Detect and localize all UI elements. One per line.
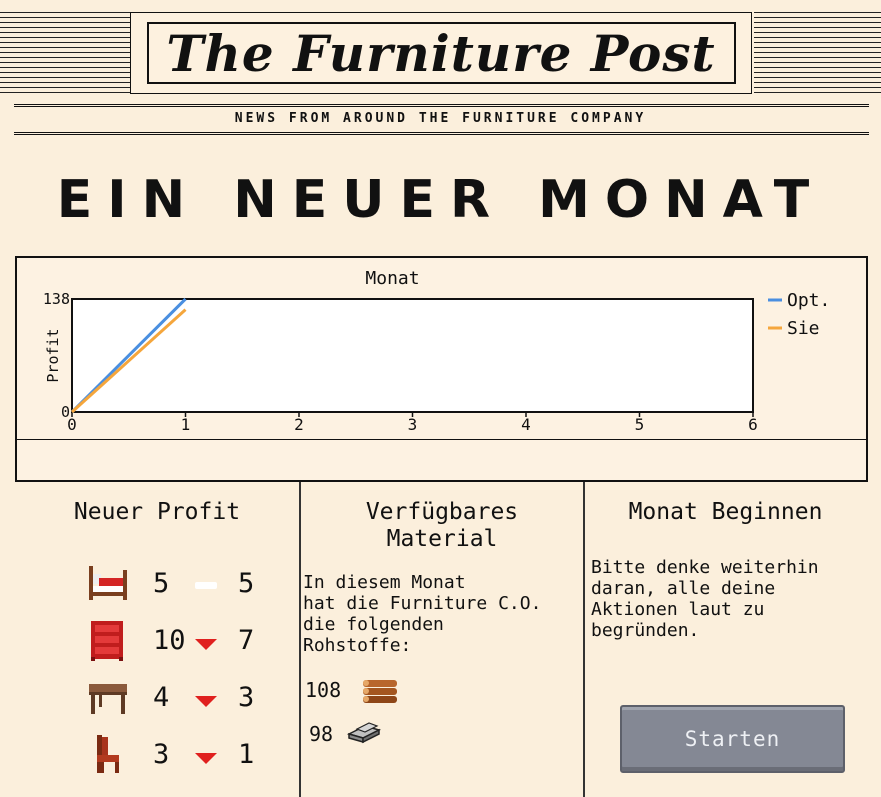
start-title: Monat Beginnen xyxy=(628,499,823,525)
headline: EIN NEUER MONAT xyxy=(56,170,825,230)
trend-down-icon xyxy=(195,696,217,707)
start-button[interactable]: Starten xyxy=(620,705,845,773)
wood-amount: 108 xyxy=(305,678,342,702)
newspaper-title: The Furniture Post xyxy=(166,23,716,83)
profit-new-table: 3 xyxy=(238,682,255,713)
material-column: Verfügbares Material In diesem Monat hat… xyxy=(301,482,583,797)
profit-column: Neuer Profit 5 5 10 7 4 3 3 1 xyxy=(15,482,299,797)
material-description: In diesem Monat hat die Furniture C.O. d… xyxy=(303,572,542,656)
shelf-icon xyxy=(91,621,123,661)
divider xyxy=(14,106,869,107)
profit-new-chair: 1 xyxy=(238,739,255,770)
table-icon xyxy=(89,684,127,714)
profit-row-chair: 3 1 xyxy=(15,731,299,781)
tagline: NEWS FROM AROUND THE FURNITURE COMPANY xyxy=(234,111,647,126)
wood-logs-icon xyxy=(363,680,397,703)
metal-amount: 98 xyxy=(309,722,334,746)
bed-icon xyxy=(89,566,127,600)
profit-old-shelf: 10 xyxy=(153,625,186,656)
trend-down-icon xyxy=(195,639,217,650)
profit-old-bed: 5 xyxy=(153,568,170,599)
material-title-line2: Material xyxy=(386,526,498,552)
material-wood-row: 108 xyxy=(305,678,341,702)
profit-title: Neuer Profit xyxy=(73,499,241,525)
masthead-stripes-left xyxy=(0,12,130,94)
profit-old-chair: 3 xyxy=(153,739,170,770)
chart-panel xyxy=(15,256,868,482)
start-reminder-text: Bitte denke weiterhin daran, alle deine … xyxy=(591,557,819,641)
profit-row-table: 4 3 xyxy=(15,674,299,724)
chair-icon xyxy=(97,735,119,773)
profit-row-bed: 5 5 xyxy=(15,560,299,610)
material-title-line1: Verfügbares xyxy=(365,499,519,525)
equal-icon xyxy=(195,582,217,589)
profit-new-bed: 5 xyxy=(238,568,255,599)
profit-old-table: 4 xyxy=(153,682,170,713)
chart-divider xyxy=(15,439,868,440)
trend-down-icon xyxy=(195,753,217,764)
divider xyxy=(14,132,869,133)
profit-new-shelf: 7 xyxy=(238,625,255,656)
material-metal-row: 98 xyxy=(309,722,333,746)
material-title: Verfügbares Material xyxy=(301,499,583,553)
metal-bars-icon xyxy=(346,722,382,744)
masthead-stripes-right xyxy=(754,12,881,94)
divider xyxy=(14,134,869,135)
divider xyxy=(14,104,869,105)
profit-row-shelf: 10 7 xyxy=(15,617,299,667)
masthead: The Furniture Post xyxy=(130,12,752,94)
